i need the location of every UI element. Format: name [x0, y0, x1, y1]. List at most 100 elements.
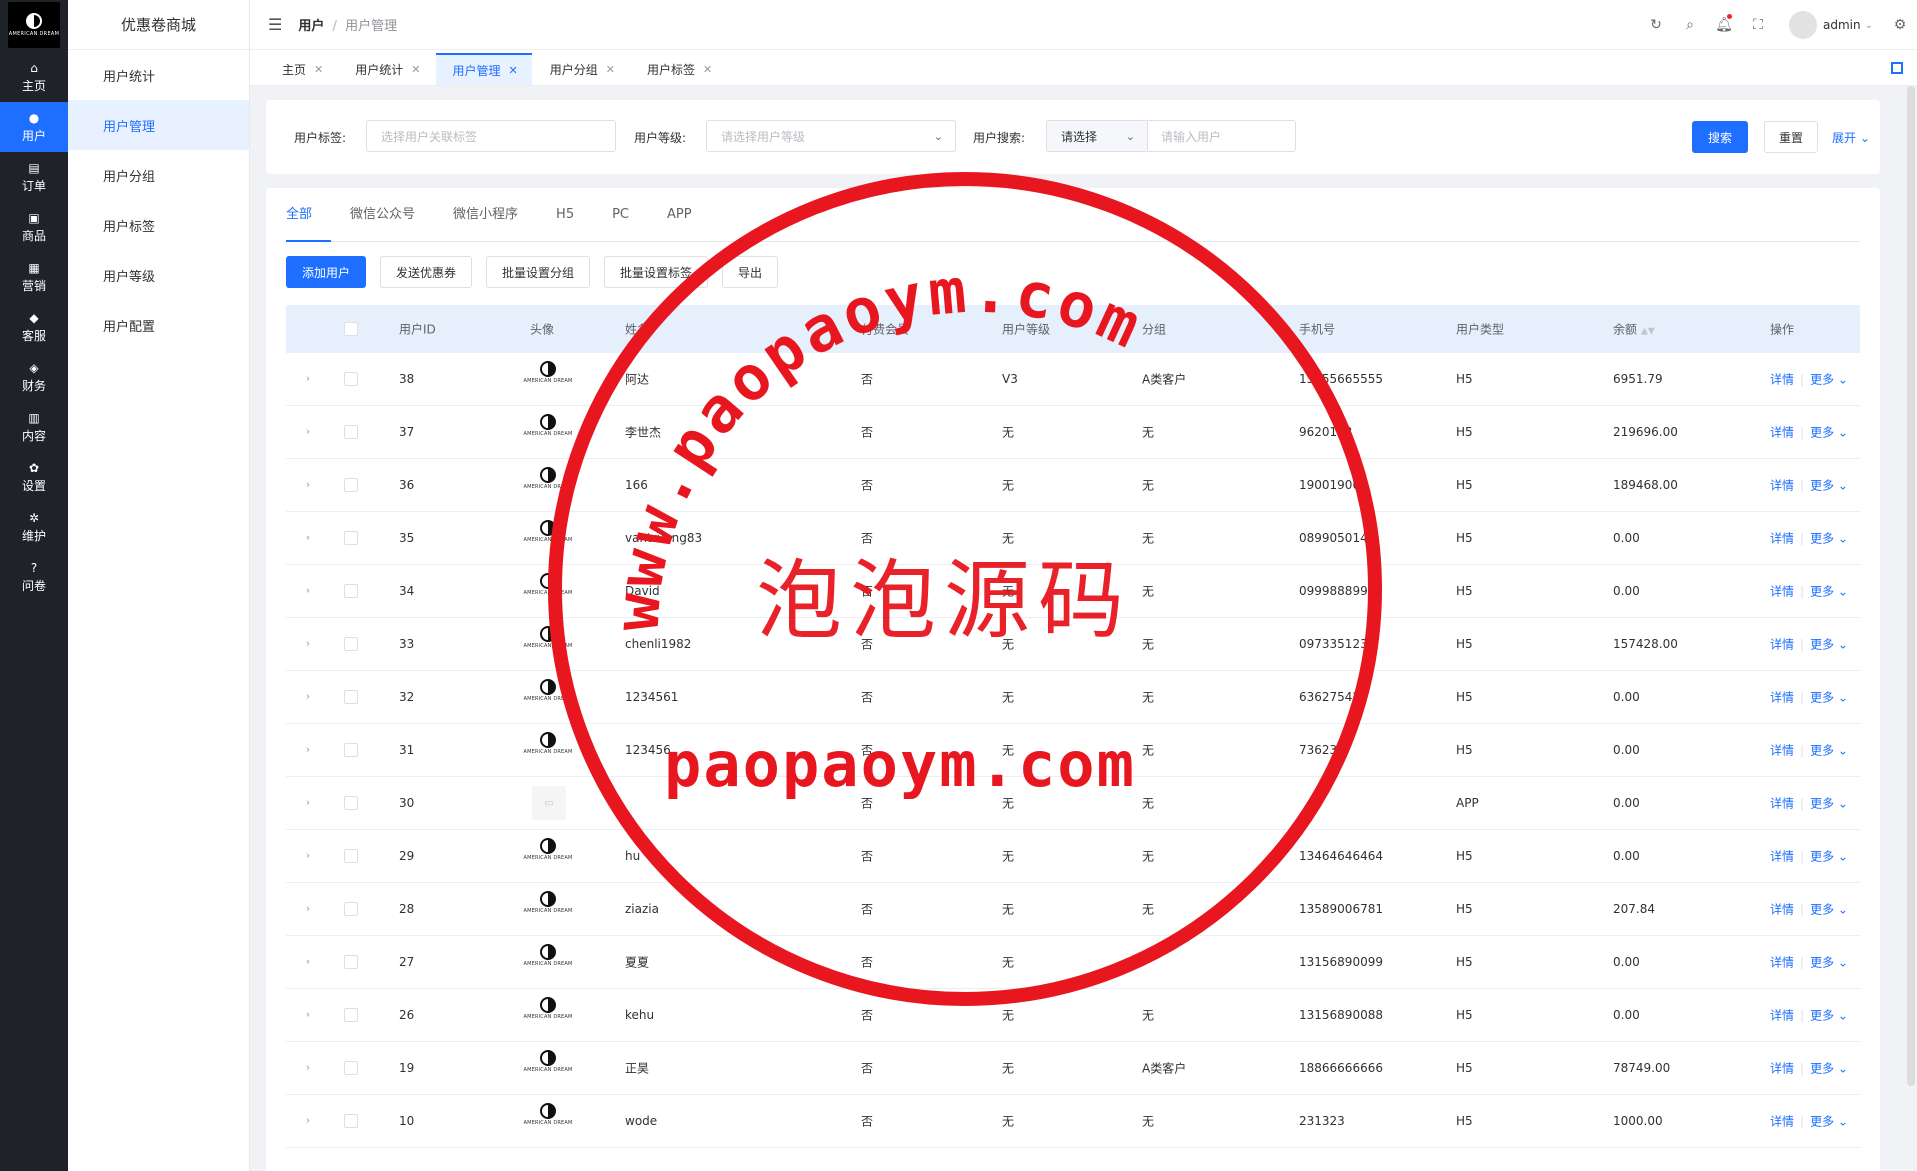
- page-tab[interactable]: 用户分组 ✕: [534, 53, 629, 85]
- detail-link[interactable]: 详情: [1770, 585, 1794, 599]
- expand-row-icon[interactable]: ›: [306, 639, 310, 650]
- menu-toggle-icon[interactable]: ☰: [268, 15, 282, 34]
- send-coupon-button[interactable]: 发送优惠券: [380, 256, 472, 288]
- detail-link[interactable]: 详情: [1770, 426, 1794, 440]
- search-button[interactable]: 搜索: [1692, 121, 1748, 153]
- sub-nav-item[interactable]: 用户等级: [68, 250, 249, 300]
- gear-icon[interactable]: ⚙: [1883, 17, 1917, 33]
- main-nav-item[interactable]: ✿ 设置: [0, 452, 68, 502]
- table-row[interactable]: › AMERICAN DREAM 31 123456 否 无 无 736234 H5 0.00 详情…: [286, 724, 1860, 777]
- row-checkbox[interactable]: [344, 372, 358, 386]
- expand-row-icon[interactable]: ›: [306, 586, 310, 597]
- more-link[interactable]: 更多 ⌄: [1810, 1115, 1848, 1129]
- more-link[interactable]: 更多 ⌄: [1810, 691, 1848, 705]
- detail-link[interactable]: 详情: [1770, 1062, 1794, 1076]
- expand-row-icon[interactable]: ›: [306, 798, 310, 809]
- expand-row-icon[interactable]: ›: [306, 1010, 310, 1021]
- expand-row-icon[interactable]: ›: [306, 745, 310, 756]
- row-checkbox[interactable]: [344, 584, 358, 598]
- header-balance[interactable]: 余额 ▲▼: [1613, 321, 1655, 338]
- close-icon[interactable]: ✕: [606, 63, 615, 76]
- row-checkbox[interactable]: [344, 478, 358, 492]
- select-all-checkbox[interactable]: [344, 322, 358, 336]
- bell-icon[interactable]: 🔔︎: [1707, 14, 1741, 33]
- page-tab[interactable]: 用户管理 ✕: [436, 53, 532, 85]
- search-input[interactable]: 请输入用户: [1147, 120, 1296, 152]
- detail-link[interactable]: 详情: [1770, 797, 1794, 811]
- row-checkbox[interactable]: [344, 743, 358, 757]
- table-row[interactable]: › AMERICAN DREAM 27 夏夏 否 无 13156890099 H5 0.00 详情…: [286, 936, 1860, 989]
- breadcrumb-item[interactable]: 用户: [298, 19, 324, 34]
- more-link[interactable]: 更多 ⌄: [1810, 850, 1848, 864]
- refresh-icon[interactable]: ↻: [1639, 17, 1673, 33]
- detail-link[interactable]: 详情: [1770, 850, 1794, 864]
- table-row[interactable]: › AMERICAN DREAM 37 李世杰 否 无 无 9620153 H5 219696.0…: [286, 406, 1860, 459]
- expand-link[interactable]: 展开 ⌄: [1832, 129, 1870, 146]
- reset-button[interactable]: 重置: [1764, 121, 1818, 153]
- tabs-menu-icon[interactable]: [1891, 62, 1903, 74]
- detail-link[interactable]: 详情: [1770, 1009, 1794, 1023]
- more-link[interactable]: 更多 ⌄: [1810, 797, 1848, 811]
- more-link[interactable]: 更多 ⌄: [1810, 532, 1848, 546]
- batch-group-button[interactable]: 批量设置分组: [486, 256, 590, 288]
- main-nav-item[interactable]: ⌂ 主页: [0, 52, 68, 102]
- expand-row-icon[interactable]: ›: [306, 480, 310, 491]
- row-checkbox[interactable]: [344, 849, 358, 863]
- table-row[interactable]: › AMERICAN DREAM 28 ziazia 否 无 无 13589006781 H5 2…: [286, 883, 1860, 936]
- row-checkbox[interactable]: [344, 955, 358, 969]
- expand-row-icon[interactable]: ›: [306, 1063, 310, 1074]
- table-row[interactable]: › AMERICAN DREAM 19 正昊 否 无 A类客户 18866666666 H5 78…: [286, 1042, 1860, 1095]
- chevron-down-icon[interactable]: ⌄: [1865, 20, 1873, 31]
- tag-select[interactable]: 选择用户关联标签: [366, 120, 616, 152]
- close-icon[interactable]: ✕: [703, 63, 712, 76]
- more-link[interactable]: 更多 ⌄: [1810, 426, 1848, 440]
- detail-link[interactable]: 详情: [1770, 1115, 1794, 1129]
- add-user-button[interactable]: 添加用户: [286, 256, 366, 288]
- expand-row-icon[interactable]: ›: [306, 1116, 310, 1127]
- detail-link[interactable]: 详情: [1770, 903, 1794, 917]
- table-row[interactable]: › AMERICAN DREAM 36 166 否 无 无 190019008 H5 189468…: [286, 459, 1860, 512]
- row-checkbox[interactable]: [344, 902, 358, 916]
- main-nav-item[interactable]: ✲ 维护: [0, 502, 68, 552]
- channel-tab[interactable]: H5: [537, 188, 593, 242]
- detail-link[interactable]: 详情: [1770, 744, 1794, 758]
- expand-row-icon[interactable]: ›: [306, 374, 310, 385]
- export-button[interactable]: 导出: [722, 256, 778, 288]
- main-nav-item[interactable]: ? 问卷: [0, 552, 68, 602]
- expand-row-icon[interactable]: ›: [306, 957, 310, 968]
- page-tab[interactable]: 主页 ✕: [266, 53, 337, 85]
- row-checkbox[interactable]: [344, 425, 358, 439]
- main-nav-item[interactable]: ◆ 客服: [0, 302, 68, 352]
- expand-row-icon[interactable]: ›: [306, 851, 310, 862]
- row-checkbox[interactable]: [344, 1114, 358, 1128]
- avatar[interactable]: [1789, 11, 1817, 39]
- more-link[interactable]: 更多 ⌄: [1810, 1062, 1848, 1076]
- main-nav-item[interactable]: ▦ 营销: [0, 252, 68, 302]
- main-nav-item[interactable]: ▣ 商品: [0, 202, 68, 252]
- channel-tab[interactable]: 微信公众号: [331, 188, 434, 242]
- more-link[interactable]: 更多 ⌄: [1810, 585, 1848, 599]
- main-nav-item[interactable]: ▥ 内容: [0, 402, 68, 452]
- table-row[interactable]: › AMERICAN DREAM 38 阿达 否 V3 A类客户 15555665555 H5 6…: [286, 353, 1860, 406]
- channel-tab[interactable]: 全部: [286, 188, 332, 242]
- row-checkbox[interactable]: [344, 1008, 358, 1022]
- sub-nav-item[interactable]: 用户配置: [68, 300, 249, 350]
- sub-nav-item[interactable]: 用户分组: [68, 150, 249, 200]
- table-row[interactable]: › AMERICAN DREAM 32 1234561 否 无 无 636275423 H5 0.…: [286, 671, 1860, 724]
- more-link[interactable]: 更多 ⌄: [1810, 956, 1848, 970]
- close-icon[interactable]: ✕: [411, 63, 420, 76]
- row-checkbox[interactable]: [344, 690, 358, 704]
- expand-row-icon[interactable]: ›: [306, 533, 310, 544]
- detail-link[interactable]: 详情: [1770, 479, 1794, 493]
- table-row[interactable]: › AMERICAN DREAM 29 hu 否 无 无 13464646464 H5 0.00 详…: [286, 830, 1860, 883]
- table-row[interactable]: › AMERICAN DREAM 10 wode 否 无 无 231323 H5 1000.00 详…: [286, 1095, 1860, 1148]
- more-link[interactable]: 更多 ⌄: [1810, 1009, 1848, 1023]
- fullscreen-icon[interactable]: ⛶: [1741, 17, 1775, 33]
- expand-row-icon[interactable]: ›: [306, 427, 310, 438]
- level-select[interactable]: 请选择用户等级 ⌄: [706, 120, 956, 152]
- main-nav-item[interactable]: ◈ 财务: [0, 352, 68, 402]
- row-checkbox[interactable]: [344, 531, 358, 545]
- row-checkbox[interactable]: [344, 1061, 358, 1075]
- batch-tag-button[interactable]: 批量设置标签: [604, 256, 708, 288]
- more-link[interactable]: 更多 ⌄: [1810, 744, 1848, 758]
